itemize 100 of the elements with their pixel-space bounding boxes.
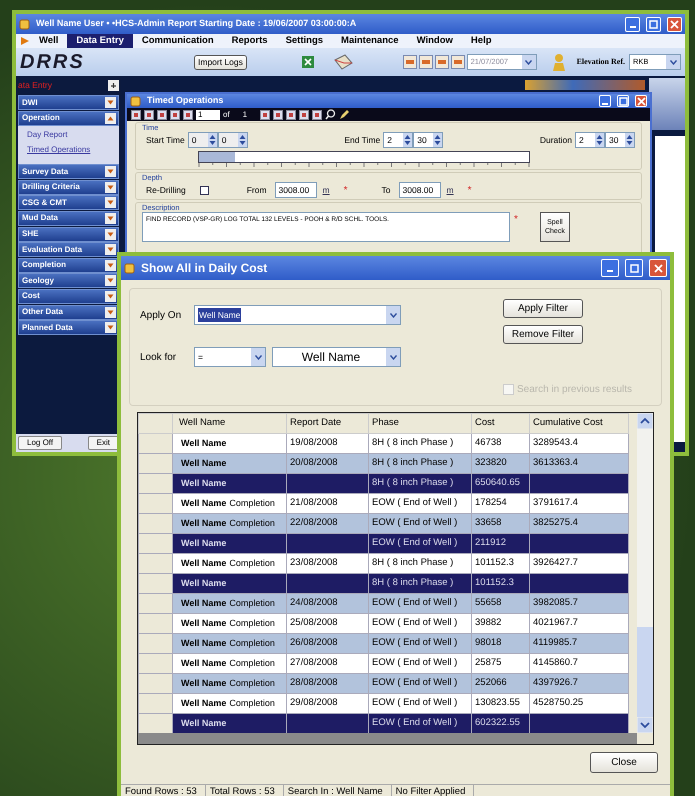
number-value: 30 (609, 134, 618, 147)
table-cell: EOW ( End of Well ) (368, 654, 472, 674)
column-header[interactable]: Well Name (172, 414, 286, 434)
menu-item[interactable]: Well (30, 34, 68, 48)
column-header[interactable]: Cumulative Cost (530, 414, 628, 434)
sidebar-link[interactable]: Day Report (22, 129, 115, 142)
column-header[interactable]: Cost (472, 414, 530, 434)
expand-button[interactable] (105, 244, 116, 256)
close-button[interactable] (649, 259, 667, 277)
sidebar-group[interactable]: Operation (18, 110, 119, 126)
sidebar-group[interactable]: Planned Data (18, 320, 119, 336)
maximize-button[interactable] (617, 95, 629, 107)
apply-on-select[interactable]: Well Name (194, 305, 401, 325)
expand-button[interactable] (105, 260, 116, 271)
menu-item[interactable]: Communication (132, 34, 223, 48)
sidebar-group[interactable]: Cost (18, 288, 119, 304)
column-header[interactable]: Report Date (286, 414, 368, 434)
number-field[interactable]: 0 (218, 132, 248, 148)
depth-field[interactable]: 3008.00 (274, 182, 317, 198)
look-for-select[interactable]: Well Name (272, 347, 401, 367)
expand-button[interactable] (105, 290, 116, 302)
expand-button[interactable] (105, 306, 116, 318)
table-cell: 28/08/2008 (286, 674, 368, 694)
import-logs-button[interactable]: Import Logs (194, 54, 247, 70)
spinner-button[interactable] (433, 133, 442, 147)
scroll-up-icon[interactable] (637, 413, 653, 429)
menu-item[interactable]: Maintenance (332, 34, 408, 48)
menu-item[interactable]: Help (462, 34, 501, 48)
toolbar-icon[interactable] (299, 110, 310, 120)
sidebar-group[interactable]: DWI (18, 95, 119, 110)
minimize-button[interactable] (601, 259, 619, 277)
dropdown-button[interactable] (522, 55, 536, 69)
spinner-button[interactable] (595, 133, 604, 147)
sidebar-group[interactable]: Evaluation Data (18, 242, 119, 258)
minimize-button[interactable] (599, 95, 611, 107)
spinner-button[interactable] (208, 133, 217, 147)
maximize-button[interactable] (646, 16, 661, 32)
spinner-button[interactable] (625, 133, 634, 147)
close-button[interactable] (667, 16, 682, 32)
menu-item[interactable]: Reports (222, 34, 277, 48)
expand-button[interactable] (105, 182, 116, 193)
maximize-button[interactable] (625, 259, 643, 277)
sidebar-group[interactable]: Completion (18, 258, 119, 273)
collapse-button[interactable] (108, 80, 119, 91)
expand-button[interactable] (105, 112, 116, 124)
sidebar-group[interactable]: SHE (18, 226, 119, 242)
depth-field[interactable]: 3008.00 (398, 182, 441, 198)
close-dialog-button[interactable]: Close (590, 752, 658, 773)
expand-button[interactable] (105, 197, 116, 208)
operator-select[interactable]: = (194, 347, 266, 367)
toolbar-icon[interactable] (312, 110, 322, 120)
redrilling-checkbox[interactable] (200, 186, 209, 194)
toolbar-icon[interactable] (286, 110, 296, 120)
expand-button[interactable] (105, 166, 116, 178)
chevron-down-icon (107, 310, 114, 315)
table-cell: Well Name (172, 474, 286, 494)
expand-button[interactable] (105, 97, 116, 108)
caret-icon (254, 354, 262, 360)
sidebar-group[interactable]: Other Data (18, 304, 119, 320)
spinner-button[interactable] (238, 133, 247, 147)
sidebar-group[interactable]: Geology (18, 273, 119, 288)
row-header[interactable] (138, 714, 172, 734)
dropdown-button[interactable] (386, 348, 400, 366)
sidebar-button[interactable]: Exit (88, 436, 119, 450)
toolbar-icon[interactable] (260, 110, 270, 120)
sidebar-group[interactable]: Drilling Criteria (18, 180, 119, 195)
number-field[interactable]: 0 (188, 132, 218, 148)
number-field[interactable]: 30 (605, 132, 635, 148)
expand-button[interactable] (105, 212, 116, 224)
expand-button[interactable] (105, 228, 116, 240)
number-field[interactable]: 2 (575, 132, 605, 148)
sidebar-link[interactable]: Timed Operations (22, 144, 115, 156)
sidebar-group[interactable]: CSG & CMT (18, 195, 119, 210)
spinner-button[interactable] (403, 133, 412, 147)
record-field[interactable]: 1 (196, 110, 220, 120)
dropdown-button[interactable] (666, 55, 680, 69)
sidebar-group[interactable]: Survey Data (18, 164, 119, 180)
filter-button[interactable]: Apply Filter (503, 299, 583, 318)
column-header[interactable]: Phase (368, 414, 472, 434)
search-icon[interactable] (325, 109, 336, 120)
filter-button[interactable]: Remove Filter (503, 325, 583, 344)
dropdown-button[interactable] (386, 306, 400, 324)
toolbar-icon[interactable] (273, 110, 284, 120)
vertical-scrollbar[interactable] (637, 413, 653, 733)
table-cell: 4145860.7 (530, 654, 628, 674)
sidebar-button[interactable]: Log Off (18, 436, 62, 450)
sidebar-group[interactable]: Mud Data (18, 210, 119, 226)
scrollbar-thumb[interactable] (637, 627, 653, 717)
dropdown-button[interactable] (251, 348, 265, 366)
scroll-down-icon[interactable] (637, 717, 653, 733)
menu-item[interactable]: Settings (276, 34, 332, 48)
menu-item[interactable]: Window (408, 34, 462, 48)
expand-button[interactable] (105, 322, 116, 334)
number-field[interactable]: 2 (383, 132, 414, 148)
close-button[interactable] (635, 95, 647, 107)
minimize-button[interactable] (625, 16, 640, 32)
expand-button[interactable] (105, 275, 116, 286)
menu-item[interactable]: Data Entry (67, 34, 133, 48)
table-cell: 8H ( 8 inch Phase ) (368, 554, 472, 574)
number-field[interactable]: 30 (413, 132, 444, 148)
